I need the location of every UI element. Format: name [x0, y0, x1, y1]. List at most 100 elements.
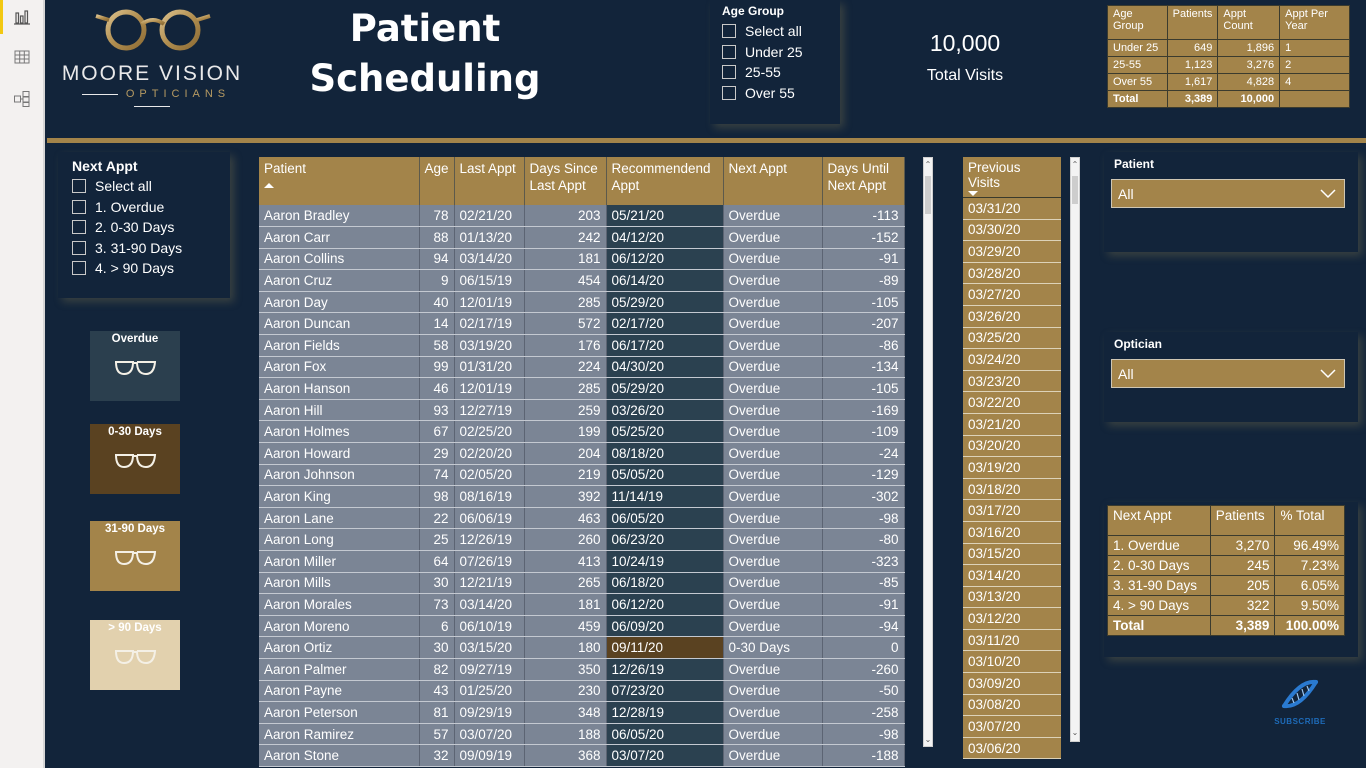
column-header[interactable]: Last Appt: [454, 157, 525, 205]
column-header[interactable]: Patients: [1209, 505, 1276, 536]
table-row[interactable]: Aaron Mills 30 12/21/19 265 06/18/20 Overdue -…: [259, 572, 905, 595]
column-header[interactable]: % Total: [1274, 505, 1345, 536]
column-header[interactable]: Patients: [1166, 5, 1219, 40]
next-appt-option[interactable]: Select all: [72, 176, 216, 197]
table-row[interactable]: 03/19/20: [963, 456, 1061, 479]
table-row[interactable]: 03/29/20: [963, 240, 1061, 263]
age-group-option[interactable]: 25-55: [722, 62, 828, 83]
table-row[interactable]: 03/15/20: [963, 543, 1061, 566]
previous-visits-scrollbar[interactable]: ⌃ ⌄: [1070, 157, 1080, 742]
checkbox[interactable]: [72, 179, 86, 194]
subscribe-badge[interactable]: SUBSCRIBE: [1270, 676, 1330, 726]
table-row[interactable]: 03/16/20: [963, 521, 1061, 544]
table-row[interactable]: Aaron Bradley 78 02/21/20 203 05/21/20 Overdu…: [259, 205, 905, 228]
table-row[interactable]: Aaron Miller 64 07/26/19 413 10/24/19 Overdue…: [259, 550, 905, 573]
scroll-up-icon[interactable]: ⌃: [1071, 160, 1079, 169]
next-appt-option[interactable]: 3. 31-90 Days: [72, 238, 216, 259]
table-row[interactable]: Aaron Moreno 6 06/10/19 459 06/09/20 Overdue -…: [259, 615, 905, 638]
table-row[interactable]: 03/14/20: [963, 564, 1061, 587]
legend-tile[interactable]: 31-90 Days: [90, 521, 180, 591]
table-row[interactable]: 03/25/20: [963, 327, 1061, 350]
table-row[interactable]: Aaron Holmes 67 02/25/20 199 05/25/20 Overdue…: [259, 420, 905, 444]
table-row[interactable]: Aaron Fields 58 03/19/20 176 06/17/20 Overdue…: [259, 334, 905, 357]
table-row[interactable]: Aaron Stone 32 09/09/19 368 03/07/20 Overdue -…: [259, 744, 905, 767]
legend-tile[interactable]: 0-30 Days: [90, 424, 180, 494]
data-view-button[interactable]: [0, 40, 43, 74]
table-row[interactable]: Aaron Collins 94 03/14/20 181 06/12/20 Overdu…: [259, 248, 905, 271]
table-row[interactable]: 03/27/20: [963, 283, 1061, 306]
table-row[interactable]: 03/31/20: [963, 197, 1061, 220]
table-row[interactable]: Aaron Lane 22 06/06/19 463 06/05/20 Overdue -9…: [259, 507, 905, 530]
table-row[interactable]: 03/28/20: [963, 262, 1061, 285]
table-row[interactable]: 03/12/20: [963, 607, 1061, 630]
column-header[interactable]: Patient: [259, 157, 420, 205]
checkbox[interactable]: [722, 44, 736, 59]
table-row[interactable]: Aaron Hill 93 12/27/19 259 03/26/20 Overdue -1…: [259, 399, 905, 422]
checkbox[interactable]: [72, 220, 86, 235]
scrollbar-thumb[interactable]: [925, 176, 931, 214]
column-header[interactable]: Appt Count: [1217, 5, 1281, 40]
column-header[interactable]: Next Appt: [1107, 505, 1211, 536]
table-row[interactable]: Aaron Peterson 81 09/29/19 348 12/28/19 Overd…: [259, 701, 905, 724]
patient-dropdown[interactable]: All: [1111, 179, 1345, 208]
column-header[interactable]: Next Appt: [723, 157, 823, 205]
table-row[interactable]: Aaron Fox 99 01/31/20 224 04/30/20 Overdue -13…: [259, 356, 905, 379]
table-row[interactable]: 03/24/20: [963, 348, 1061, 371]
column-header[interactable]: Appt Per Year: [1279, 5, 1350, 40]
patient-table-scrollbar[interactable]: ⌃ ⌄: [923, 157, 933, 747]
report-view-button[interactable]: [0, 0, 43, 34]
checkbox[interactable]: [722, 65, 736, 80]
table-row[interactable]: Aaron Palmer 82 09/27/19 350 12/26/19 Overdue…: [259, 658, 905, 681]
table-row[interactable]: Aaron Carr 88 01/13/20 242 04/12/20 Overdue -1…: [259, 226, 905, 249]
column-header[interactable]: Days Since Last Appt: [524, 157, 607, 205]
next-appt-option[interactable]: 2. 0-30 Days: [72, 217, 216, 238]
age-group-option[interactable]: Over 55: [722, 83, 828, 104]
table-row[interactable]: 03/13/20: [963, 586, 1061, 609]
checkbox[interactable]: [72, 240, 86, 255]
table-row[interactable]: Aaron Cruz 9 06/15/19 454 06/14/20 Overdue -89: [259, 269, 905, 292]
table-row[interactable]: Aaron Ortiz 30 03/15/20 180 09/11/20 0-30 Day…: [259, 636, 905, 659]
checkbox[interactable]: [72, 261, 86, 276]
column-header[interactable]: Age Group: [1107, 5, 1168, 40]
legend-tile[interactable]: Overdue: [90, 331, 180, 401]
column-header[interactable]: Recommendend Appt: [606, 157, 724, 205]
column-header[interactable]: Days Until Next Appt: [822, 157, 905, 205]
checkbox[interactable]: [722, 24, 736, 39]
table-row[interactable]: 03/10/20: [963, 650, 1061, 674]
table-row[interactable]: Aaron Howard 29 02/20/20 204 08/18/20 Overdue…: [259, 442, 905, 465]
table-row[interactable]: Aaron Day 40 12/01/19 285 05/29/20 Overdue -10…: [259, 291, 905, 314]
optician-dropdown[interactable]: All: [1111, 359, 1345, 388]
scroll-down-icon[interactable]: ⌄: [1071, 728, 1079, 737]
column-header[interactable]: Age: [419, 157, 455, 205]
age-group-option[interactable]: Select all: [722, 21, 828, 42]
table-row[interactable]: 03/07/20: [963, 715, 1061, 738]
checkbox[interactable]: [722, 85, 736, 100]
scrollbar-thumb[interactable]: [1072, 176, 1078, 204]
table-row[interactable]: Aaron Hanson 46 12/01/19 285 05/29/20 Overdue…: [259, 377, 905, 400]
table-row[interactable]: 03/18/20: [963, 478, 1061, 501]
table-row[interactable]: 03/06/20: [963, 737, 1061, 760]
table-row[interactable]: 03/20/20: [963, 435, 1061, 458]
table-row[interactable]: 03/30/20: [963, 219, 1061, 242]
table-row[interactable]: Aaron Johnson 74 02/05/20 219 05/05/20 Overdu…: [259, 464, 905, 487]
legend-tile[interactable]: > 90 Days: [90, 620, 180, 690]
table-row[interactable]: Aaron Long 25 12/26/19 260 06/23/20 Overdue -8…: [259, 528, 905, 551]
checkbox[interactable]: [72, 199, 86, 214]
table-row[interactable]: 03/17/20: [963, 499, 1061, 522]
age-group-option[interactable]: Under 25: [722, 42, 828, 63]
sort-descending-icon[interactable]: [968, 191, 978, 196]
table-row[interactable]: Aaron Morales 73 03/14/20 181 06/12/20 Overdu…: [259, 593, 905, 616]
table-row[interactable]: 03/21/20: [963, 413, 1061, 436]
table-row[interactable]: 03/23/20: [963, 370, 1061, 393]
table-row[interactable]: 03/11/20: [963, 629, 1061, 652]
table-row[interactable]: 03/22/20: [963, 391, 1061, 414]
table-row[interactable]: Aaron Duncan 14 02/17/19 572 02/17/20 Overdue…: [259, 312, 905, 336]
next-appt-option[interactable]: 4. > 90 Days: [72, 258, 216, 279]
table-row[interactable]: Aaron King 98 08/16/19 392 11/14/19 Overdue -3…: [259, 485, 905, 508]
scroll-up-icon[interactable]: ⌃: [924, 160, 932, 169]
column-header[interactable]: Previous Visits: [963, 157, 1061, 198]
table-row[interactable]: Aaron Ramirez 57 03/07/20 188 06/05/20 Overdu…: [259, 723, 905, 746]
table-row[interactable]: 03/26/20: [963, 305, 1061, 328]
sort-ascending-icon[interactable]: [264, 183, 274, 188]
next-appt-option[interactable]: 1. Overdue: [72, 197, 216, 218]
